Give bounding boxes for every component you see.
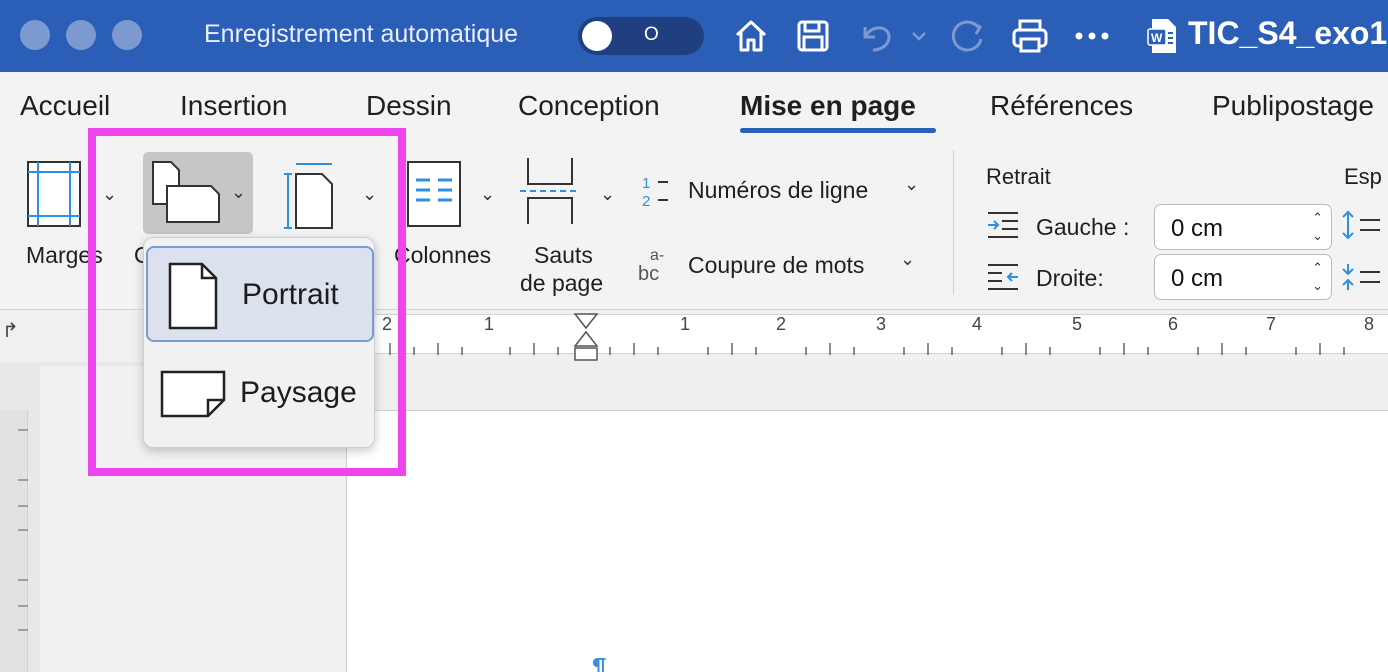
- columns-icon[interactable]: [406, 160, 462, 233]
- window-zoom-button[interactable]: [112, 20, 142, 50]
- svg-text:2: 2: [642, 193, 650, 210]
- indent-right-stepper[interactable]: ⌃ ⌄: [1312, 259, 1323, 295]
- page-top-margin: [346, 362, 1388, 410]
- highlight-box: [88, 128, 406, 476]
- hyphenation-label[interactable]: Coupure de mots: [688, 252, 864, 279]
- columns-label: Colonnes: [394, 242, 492, 268]
- undo-icon[interactable]: [856, 14, 896, 58]
- document-page[interactable]: [346, 410, 1388, 672]
- window-minimize-button[interactable]: [66, 20, 96, 50]
- print-icon[interactable]: [1008, 14, 1052, 58]
- toggle-knob: [582, 21, 612, 51]
- ruler-label: 5: [1072, 314, 1083, 334]
- breaks-label-line1: Sauts: [534, 242, 593, 268]
- hyphenation-chevron-icon[interactable]: ⌄: [900, 249, 915, 270]
- ribbon-separator: [953, 150, 954, 295]
- autosave-label: Enregistrement automatique: [204, 20, 519, 48]
- indent-left-stepper[interactable]: ⌃ ⌄: [1312, 209, 1323, 245]
- indent-left-icon: [986, 210, 1020, 245]
- tab-publipostage[interactable]: Publipostage: [1212, 90, 1374, 122]
- tab-references[interactable]: Références: [990, 90, 1133, 122]
- svg-text:W: W: [1151, 31, 1163, 45]
- tab-conception[interactable]: Conception: [518, 90, 660, 122]
- page-break-icon[interactable]: [518, 156, 582, 231]
- document-title: TIC_S4_exo1: [1188, 15, 1388, 51]
- chevron-down-icon[interactable]: [908, 14, 930, 58]
- word-doc-icon: W: [1144, 14, 1180, 58]
- autosave-toggle[interactable]: O: [578, 17, 704, 55]
- svg-text:1: 1: [642, 175, 650, 192]
- tab-dessin[interactable]: Dessin: [366, 90, 452, 122]
- word-window: Enregistrement automatique O W TIC_S4_ex…: [0, 0, 1388, 672]
- tab-accueil[interactable]: Accueil: [20, 90, 110, 122]
- indent-left-label: Gauche :: [1036, 214, 1130, 240]
- spacing-group-label: Esp: [1344, 164, 1382, 189]
- indent-group-label: Retrait: [986, 164, 1051, 189]
- ruler-label: 6: [1168, 314, 1179, 334]
- svg-text:bc: bc: [638, 263, 659, 284]
- more-icon[interactable]: [1072, 14, 1112, 58]
- spacing-after-icon: [1340, 262, 1380, 297]
- breaks-label-line2: de page: [520, 270, 604, 296]
- spacing-before-icon: [1340, 210, 1380, 245]
- indent-right-label: Droite:: [1036, 265, 1104, 291]
- indent-left-input[interactable]: 0 cm ⌃ ⌄: [1154, 204, 1332, 250]
- tab-stop-icon[interactable]: ↱: [2, 318, 19, 343]
- line-numbers-chevron-icon[interactable]: ⌄: [904, 174, 919, 195]
- ruler-label: 4: [972, 314, 983, 334]
- breaks-chevron-icon[interactable]: ⌄: [600, 184, 615, 205]
- home-icon[interactable]: [730, 14, 772, 58]
- paragraph-mark-icon: ¶: [592, 652, 607, 672]
- redo-icon[interactable]: [946, 14, 988, 58]
- ruler-label: 3: [876, 314, 887, 334]
- ruler-label: 8: [1364, 314, 1375, 334]
- svg-text:a-: a-: [650, 247, 664, 264]
- indent-right-input[interactable]: 0 cm ⌃ ⌄: [1154, 254, 1332, 300]
- window-close-button[interactable]: [20, 20, 50, 50]
- tab-insertion[interactable]: Insertion: [180, 90, 287, 122]
- line-numbers-icon[interactable]: 12: [640, 172, 676, 215]
- indent-left-value: 0 cm: [1171, 215, 1224, 242]
- ruler-label: 7: [1266, 314, 1277, 334]
- vertical-ruler[interactable]: [0, 410, 28, 672]
- toggle-state: O: [644, 24, 659, 45]
- columns-chevron-icon[interactable]: ⌄: [480, 184, 495, 205]
- save-icon[interactable]: [792, 14, 834, 58]
- indent-right-value: 0 cm: [1171, 265, 1224, 292]
- line-numbers-label[interactable]: Numéros de ligne: [688, 177, 868, 204]
- margins-icon[interactable]: [26, 160, 84, 233]
- indent-right-icon: [986, 262, 1020, 297]
- ruler-label: 1: [484, 314, 495, 334]
- ruler-label: 2: [776, 314, 787, 334]
- tab-mise-en-page[interactable]: Mise en page: [740, 90, 916, 122]
- indent-marker[interactable]: [573, 312, 599, 367]
- ruler-label: 1: [680, 314, 691, 334]
- title-bar: Enregistrement automatique O W TIC_S4_ex…: [0, 0, 1388, 72]
- active-tab-indicator: [740, 128, 936, 133]
- hyphenation-icon[interactable]: a-bc: [636, 244, 676, 289]
